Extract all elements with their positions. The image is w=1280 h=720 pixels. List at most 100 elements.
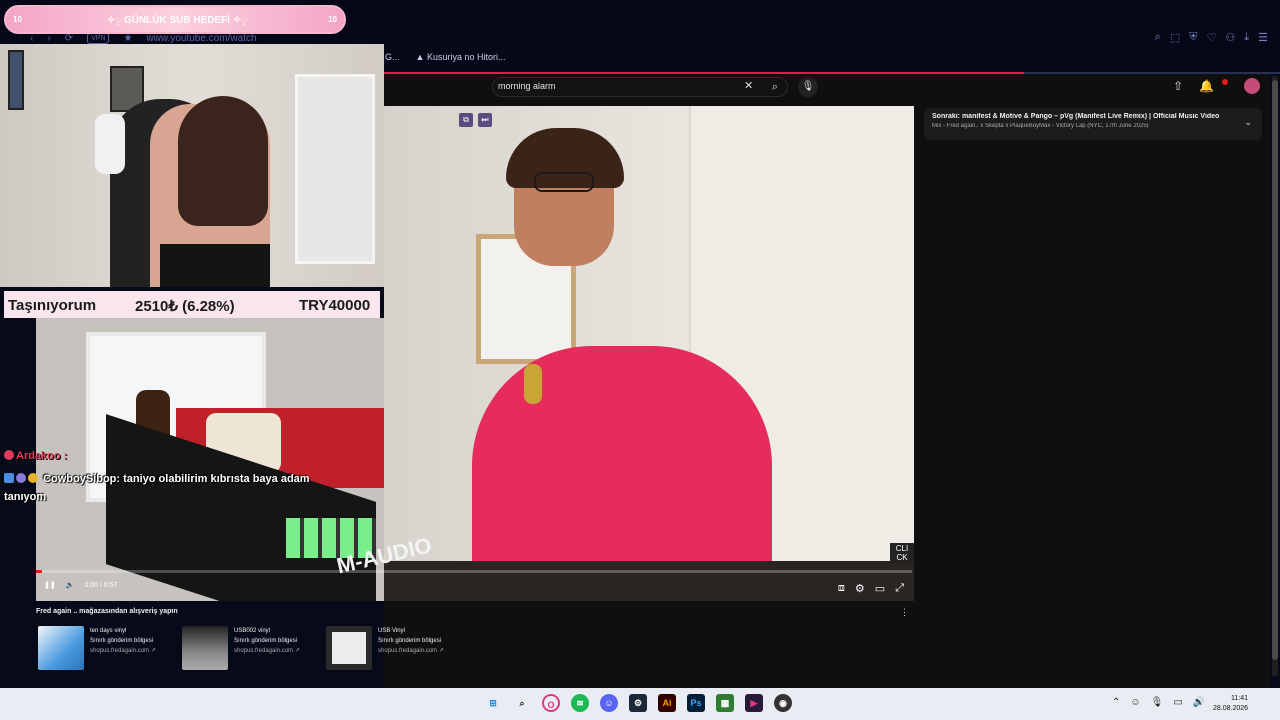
reload-icon[interactable]: ⟳ <box>65 33 73 44</box>
clock-time: 11:41 <box>1231 695 1249 702</box>
url-text[interactable]: www.youtube.com/watch <box>146 33 256 44</box>
merch-item[interactable]: ten days vinyl Sınırlı gönderim bölgesi … <box>38 626 156 670</box>
sub-goal-label: ✧◌̥ GÜNLÜK SUB HEDEFİ ✧◌̥ <box>106 15 248 26</box>
chevron-down-icon[interactable]: ⌄ <box>1244 117 1252 128</box>
click-watermark: CLI CK <box>890 543 914 563</box>
excel-icon[interactable]: ▦ <box>716 694 734 712</box>
player-time: 0:00 / 0:57 <box>84 581 118 589</box>
illustrator-icon[interactable]: Ai <box>658 694 676 712</box>
merch-note: Sınırlı gönderim bölgesi <box>90 638 154 644</box>
merch-thumbnail <box>38 626 84 670</box>
scrollbar-thumb[interactable] <box>1272 80 1278 660</box>
donation-ticker: Taşınıyorum 2510₺ (6.28%) TRY40000 <box>4 291 380 318</box>
skip-icon[interactable]: ⏭ <box>478 113 492 127</box>
forward-icon[interactable]: › <box>47 33 50 44</box>
video-side-scene <box>36 318 384 601</box>
video-mixer-desk <box>384 561 914 601</box>
discord-icon[interactable]: ☺ <box>600 694 618 712</box>
video-microphone <box>524 364 542 404</box>
webcam-poster <box>8 50 24 110</box>
chat-text: : taniyo olabilirim kıbrısta baya adam <box>116 473 310 485</box>
upload-icon[interactable]: ⇧ <box>1173 79 1183 93</box>
microphone-icon[interactable]: 🎙 <box>798 77 818 97</box>
video-performer-glasses <box>534 172 594 192</box>
fullscreen-icon[interactable]: ⤢ <box>895 582 904 595</box>
opera-gx-icon[interactable]: O <box>542 694 560 712</box>
search-icon[interactable]: ⌕ <box>762 77 788 97</box>
player-controls-left: ❚❚ 🔈 0:00 / 0:57 <box>44 581 118 590</box>
windows-start-icon[interactable]: ⊞ <box>484 694 502 712</box>
more-options-icon[interactable]: ⋮ <box>900 607 909 618</box>
bookmarks-bar: G... ▲ Kusuriya no Hitori... <box>385 52 505 62</box>
merch-note: Sınırlı gönderim bölgesi <box>234 638 298 644</box>
chat-message: CowboySibop: taniyo olabilirim kıbrısta … <box>4 473 310 485</box>
search-icon[interactable]: ⌕ <box>513 694 531 712</box>
merch-item[interactable]: USB Vinyl Sınırlı gönderim bölgesi shopu… <box>326 626 444 670</box>
bookmark-icon: ▲ <box>415 52 427 62</box>
seek-progress <box>36 570 42 573</box>
merch-shelf-title: Fred again .. mağazasından alışveriş yap… <box>36 608 178 615</box>
notifications-icon[interactable]: 🔔 <box>1199 79 1214 93</box>
sub-goal-target: 10 <box>328 15 337 24</box>
settings-icon[interactable]: ⚙ <box>855 582 865 595</box>
network-icon[interactable]: ▭ <box>1173 697 1182 708</box>
screenshot-icon[interactable]: ⬚ <box>1170 31 1180 44</box>
clear-search-icon[interactable]: ✕ <box>744 79 753 92</box>
profile-icon[interactable]: ⚇ <box>1225 31 1235 44</box>
webcam-streamer-top <box>160 244 270 287</box>
merch-link[interactable]: shopus.fredagain.com <box>90 648 149 654</box>
chat-badge-icon <box>4 473 14 483</box>
up-next-subtitle: Mix - Fred again.. x Skepta x PlaqueBoyM… <box>932 123 1149 129</box>
pause-icon[interactable]: ❚❚ <box>44 581 56 589</box>
avatar[interactable] <box>1244 78 1260 94</box>
chat-username: CowboySibop <box>43 473 117 485</box>
merch-link[interactable]: shopus.fredagain.com <box>378 648 437 654</box>
subtitles-icon[interactable]: ⧈ <box>838 582 845 595</box>
merch-link[interactable]: shopus.fredagain.com <box>234 648 293 654</box>
bookmark-star-icon[interactable]: ★ <box>123 33 132 44</box>
bookmark-item-label: Kusuriya no Hitori... <box>426 52 506 62</box>
editor-icon[interactable]: ▶ <box>745 694 763 712</box>
player-controls-right: ⧈ ⚙ ▭ ⤢ <box>838 582 904 595</box>
spotify-icon[interactable]: ≋ <box>571 694 589 712</box>
steam-icon[interactable]: ⚙ <box>629 694 647 712</box>
download-icon[interactable]: ⤓ <box>1244 31 1249 44</box>
chat-message-continuation: tanıyom <box>4 491 47 503</box>
ticker-name: Taşınıyorum <box>8 297 97 314</box>
menu-icon[interactable]: ☰ <box>1258 31 1268 44</box>
search-input[interactable]: morning alarm <box>498 81 556 91</box>
chat-badge-icon <box>28 473 38 483</box>
seek-bar[interactable] <box>36 570 912 573</box>
external-link-icon: ↗ <box>438 648 444 654</box>
webcam-bookshelf <box>295 74 375 264</box>
discord-tray-icon[interactable]: ☺ <box>1130 697 1140 708</box>
photoshop-icon[interactable]: Ps <box>687 694 705 712</box>
bookmark-item-2[interactable]: ▲ Kusuriya no Hitori... <box>416 52 506 62</box>
miniplayer-icon[interactable]: ⧉ <box>459 113 473 127</box>
shield-icon[interactable]: ⛨ <box>1189 31 1197 44</box>
merch-name: ten days vinyl <box>90 628 127 634</box>
zoom-icon[interactable]: ⌕ <box>1155 31 1161 44</box>
volume-icon[interactable]: 🔈 <box>66 581 75 589</box>
merch-note: Sınırlı gönderim bölgesi <box>378 638 442 644</box>
desktop: ‹ › ⟳ VPN ★ www.youtube.com/watch G... ▲… <box>0 0 1280 720</box>
merch-thumbnail <box>182 626 228 670</box>
microphone-icon[interactable]: 🎙 <box>1151 697 1164 708</box>
merch-name: USB002 vinyl <box>234 628 271 634</box>
theater-icon[interactable]: ▭ <box>875 582 885 595</box>
video-player[interactable]: ⧉ ⏭ CLI CK ⧈ ⚙ ▭ ⤢ <box>384 106 914 601</box>
bookmark-item-1[interactable]: G... <box>385 52 400 62</box>
merch-item[interactable]: USB002 vinyl Sınırlı gönderim bölgesi sh… <box>182 626 300 670</box>
heart-icon[interactable]: ♡ <box>1207 31 1217 44</box>
chevron-up-icon[interactable]: ⌃ <box>1112 697 1120 708</box>
browser-toolbar-icons: ⌕ ⬚ ⛨ ♡ ⚇ ⤓ ☰ <box>1155 31 1268 44</box>
taskbar-clock[interactable]: 11:41 28.08.2026 <box>1213 694 1248 714</box>
clock-date: 28.08.2026 <box>1213 705 1249 712</box>
system-tray: ⌃ ☺ 🎙 ▭ 🔊 <box>1112 697 1205 708</box>
chat-badge-icon <box>16 473 26 483</box>
up-next-card[interactable]: Sonraki: manifest & Motive & Pango – pVg… <box>924 108 1262 140</box>
vpn-badge[interactable]: VPN <box>87 32 110 44</box>
volume-icon[interactable]: 🔊 <box>1193 697 1205 708</box>
back-icon[interactable]: ‹ <box>30 33 33 44</box>
obs-icon[interactable]: ◉ <box>774 694 792 712</box>
